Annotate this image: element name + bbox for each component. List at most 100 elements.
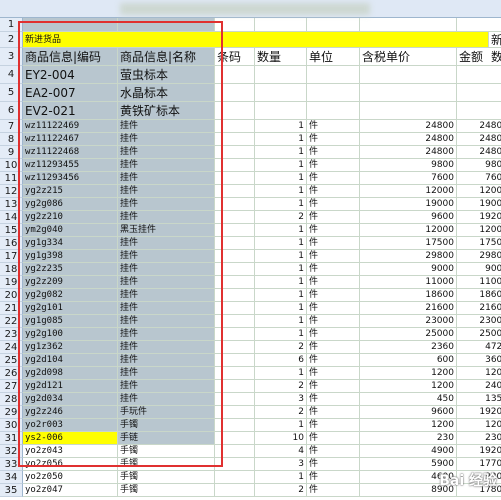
- table-cell[interactable]: 1: [255, 185, 307, 198]
- table-cell[interactable]: 19000: [360, 198, 457, 211]
- table-cell[interactable]: 挂件: [118, 250, 215, 263]
- table-cell[interactable]: 19200: [457, 406, 501, 419]
- table-cell[interactable]: yg2g101: [23, 302, 118, 315]
- header-cell[interactable]: 条码: [215, 48, 255, 66]
- table-cell[interactable]: 1: [255, 237, 307, 250]
- table-cell[interactable]: 1: [255, 276, 307, 289]
- table-cell[interactable]: 1200: [457, 367, 501, 380]
- table-cell[interactable]: 9800: [360, 159, 457, 172]
- table-cell[interactable]: [457, 18, 501, 32]
- table-cell[interactable]: wz11293456: [23, 172, 118, 185]
- table-cell[interactable]: 件: [307, 250, 360, 263]
- table-cell[interactable]: 3600: [457, 354, 501, 367]
- table-cell[interactable]: 手镯: [118, 484, 215, 497]
- table-cell[interactable]: 件: [307, 445, 360, 458]
- table-cell[interactable]: 件: [307, 159, 360, 172]
- row-header[interactable]: 15: [0, 224, 23, 237]
- table-cell[interactable]: 1200: [360, 380, 457, 393]
- row-header[interactable]: 23: [0, 328, 23, 341]
- table-cell[interactable]: 挂件: [118, 341, 215, 354]
- table-cell[interactable]: 件: [307, 146, 360, 159]
- table-cell[interactable]: wz11122467: [23, 133, 118, 146]
- table-cell[interactable]: 件: [307, 185, 360, 198]
- spreadsheet[interactable]: 12新进货品新3商品信息|编码商品信息|名称条码数量单位含税单价金额数4EY2-…: [0, 0, 501, 500]
- row-header[interactable]: 3: [0, 48, 23, 66]
- right-fragment-cell[interactable]: 新: [489, 32, 501, 48]
- table-cell[interactable]: [215, 211, 255, 224]
- table-cell[interactable]: 24800: [360, 146, 457, 159]
- table-cell[interactable]: 450: [360, 393, 457, 406]
- table-cell[interactable]: 11000: [360, 276, 457, 289]
- row-header[interactable]: 27: [0, 380, 23, 393]
- table-cell[interactable]: yo2z056: [23, 458, 118, 471]
- table-cell[interactable]: [215, 354, 255, 367]
- table-cell[interactable]: yg2d098: [23, 367, 118, 380]
- table-cell[interactable]: 挂件: [118, 354, 215, 367]
- table-cell[interactable]: 1: [255, 315, 307, 328]
- table-cell[interactable]: [457, 84, 501, 102]
- table-cell[interactable]: 17500: [457, 237, 501, 250]
- table-cell[interactable]: yg2d104: [23, 354, 118, 367]
- row-header[interactable]: 34: [0, 471, 23, 484]
- table-cell[interactable]: yg1g398: [23, 250, 118, 263]
- table-cell[interactable]: EY2-004: [23, 66, 118, 84]
- table-cell[interactable]: 件: [307, 315, 360, 328]
- table-cell[interactable]: [215, 380, 255, 393]
- table-cell[interactable]: EV2-021: [23, 102, 118, 120]
- table-cell[interactable]: yg2z246: [23, 406, 118, 419]
- table-cell[interactable]: 29800: [457, 250, 501, 263]
- table-cell[interactable]: 件: [307, 328, 360, 341]
- table-cell[interactable]: 手链: [118, 432, 215, 445]
- table-cell[interactable]: 1: [255, 159, 307, 172]
- table-cell[interactable]: yg1g334: [23, 237, 118, 250]
- table-cell[interactable]: 件: [307, 133, 360, 146]
- row-header[interactable]: 13: [0, 198, 23, 211]
- table-cell[interactable]: 挂件: [118, 315, 215, 328]
- table-cell[interactable]: [255, 84, 307, 102]
- table-cell[interactable]: wz11122469: [23, 120, 118, 133]
- table-cell[interactable]: [215, 185, 255, 198]
- table-cell[interactable]: 1: [255, 198, 307, 211]
- table-cell[interactable]: 挂件: [118, 120, 215, 133]
- table-cell[interactable]: yo2z047: [23, 484, 118, 497]
- table-cell[interactable]: [215, 250, 255, 263]
- table-cell[interactable]: yg2z210: [23, 211, 118, 224]
- row-header[interactable]: 5: [0, 84, 23, 102]
- table-cell[interactable]: [215, 198, 255, 211]
- header-cell[interactable]: 含税单价: [360, 48, 457, 66]
- table-cell[interactable]: 手镯: [118, 419, 215, 432]
- table-cell[interactable]: 1: [255, 250, 307, 263]
- row-header[interactable]: 21: [0, 302, 23, 315]
- table-cell[interactable]: 2: [255, 211, 307, 224]
- table-cell[interactable]: 230: [360, 432, 457, 445]
- header-cell[interactable]: 商品信息|名称: [118, 48, 215, 66]
- table-cell[interactable]: 9000: [457, 263, 501, 276]
- table-cell[interactable]: 7600: [360, 172, 457, 185]
- table-cell[interactable]: [215, 84, 255, 102]
- table-cell[interactable]: [360, 66, 457, 84]
- table-cell[interactable]: 件: [307, 458, 360, 471]
- table-cell[interactable]: [215, 432, 255, 445]
- table-cell[interactable]: 件: [307, 341, 360, 354]
- row-header[interactable]: 22: [0, 315, 23, 328]
- table-cell[interactable]: [215, 471, 255, 484]
- table-cell[interactable]: 6: [255, 354, 307, 367]
- table-cell[interactable]: [457, 66, 501, 84]
- table-cell[interactable]: [307, 18, 360, 32]
- table-cell[interactable]: 1200: [360, 419, 457, 432]
- table-cell[interactable]: [215, 393, 255, 406]
- table-cell[interactable]: 24800: [457, 133, 501, 146]
- table-cell[interactable]: 挂件: [118, 263, 215, 276]
- table-cell[interactable]: [215, 315, 255, 328]
- table-cell[interactable]: 1350: [457, 393, 501, 406]
- table-cell[interactable]: [215, 406, 255, 419]
- table-cell[interactable]: 2300: [457, 432, 501, 445]
- table-cell[interactable]: 件: [307, 211, 360, 224]
- row-header[interactable]: 6: [0, 102, 23, 120]
- table-cell[interactable]: 3: [255, 458, 307, 471]
- table-cell[interactable]: 24800: [457, 120, 501, 133]
- table-cell[interactable]: [215, 237, 255, 250]
- table-cell[interactable]: 23000: [360, 315, 457, 328]
- table-cell[interactable]: 挂件: [118, 211, 215, 224]
- table-cell[interactable]: 1: [255, 120, 307, 133]
